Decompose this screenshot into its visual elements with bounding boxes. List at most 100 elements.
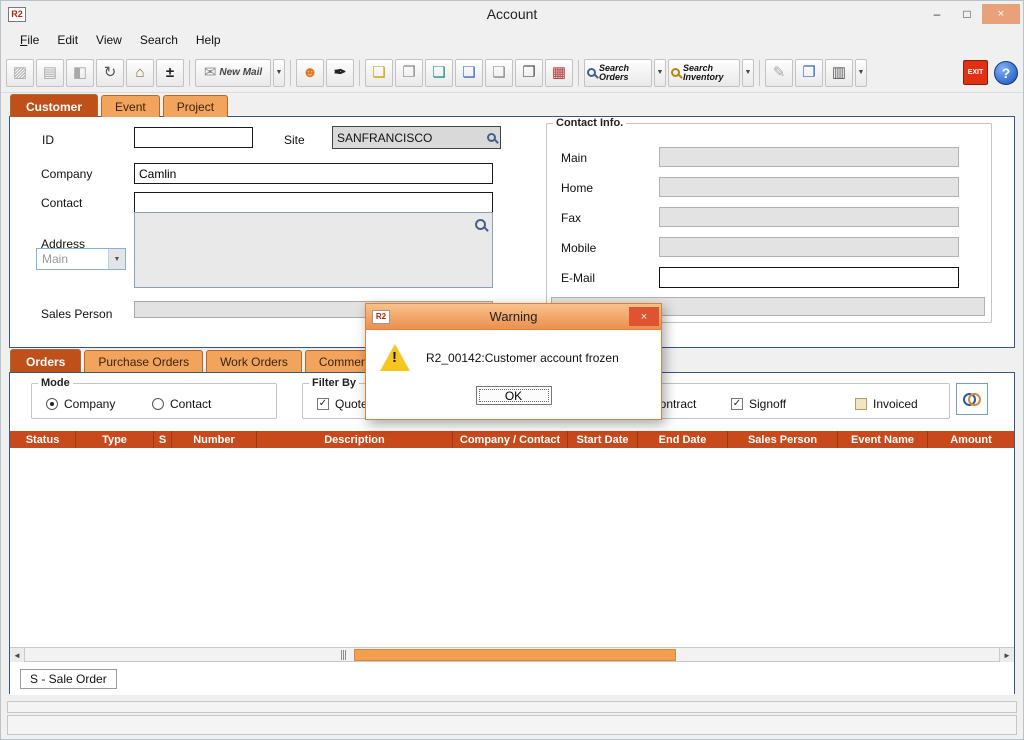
- address-type-combo[interactable]: Main ▼: [36, 248, 126, 270]
- menu-view[interactable]: View: [87, 30, 131, 50]
- column-header-status[interactable]: Status: [10, 431, 76, 448]
- id-input[interactable]: [134, 127, 253, 148]
- binoculars-icon: [963, 393, 981, 405]
- search-inventory-button[interactable]: SearchInventory: [668, 59, 740, 87]
- fax-field[interactable]: [659, 207, 959, 227]
- search-orders-button[interactable]: SearchOrders: [584, 59, 652, 87]
- new-document-button[interactable]: ❏: [455, 59, 483, 87]
- app-icon: R2: [8, 7, 26, 22]
- contacts-button[interactable]: ☻: [296, 59, 324, 87]
- tab-project[interactable]: Project: [163, 95, 228, 117]
- menu-file[interactable]: File: [11, 30, 48, 50]
- refresh-button[interactable]: ↻: [96, 59, 124, 87]
- close-button[interactable]: ×: [982, 4, 1020, 24]
- invoiced-checkbox[interactable]: Invoiced: [855, 397, 918, 411]
- html-document-icon: ❏: [432, 65, 445, 80]
- toolbar-separator: [759, 60, 760, 86]
- column-header-start-date[interactable]: Start Date: [568, 431, 638, 448]
- column-header-company-contact[interactable]: Company / Contact: [453, 431, 568, 448]
- copy-document-button[interactable]: ❐: [395, 59, 423, 87]
- column-header-number[interactable]: Number: [172, 431, 257, 448]
- column-header-description[interactable]: Description: [257, 431, 453, 448]
- scroll-right-arrow[interactable]: ►: [999, 648, 1014, 662]
- contact-input[interactable]: [134, 192, 493, 213]
- orders-table-body[interactable]: [10, 448, 1014, 647]
- print-dropdown[interactable]: ▼: [855, 59, 867, 87]
- mode-company-radio[interactable]: Company: [46, 397, 115, 411]
- help-button[interactable]: ?: [994, 61, 1018, 85]
- tab-event[interactable]: Event: [101, 95, 160, 117]
- address-box[interactable]: [134, 212, 493, 288]
- main-phone-field[interactable]: [659, 147, 959, 167]
- maximize-button[interactable]: □: [952, 4, 982, 24]
- print-button[interactable]: ▥: [825, 59, 853, 87]
- signoff-label: Signoff: [749, 397, 786, 411]
- column-header-event-name[interactable]: Event Name: [838, 431, 928, 448]
- menu-search[interactable]: Search: [131, 30, 187, 50]
- scroll-left-arrow[interactable]: ◄: [10, 648, 25, 662]
- goto-document-button[interactable]: ❏: [365, 59, 393, 87]
- save-button[interactable]: ▤: [36, 59, 64, 87]
- new-mail-dropdown[interactable]: ▼: [273, 59, 285, 87]
- company-input[interactable]: [134, 163, 493, 184]
- column-header-s[interactable]: S: [154, 431, 172, 448]
- signature-pen-icon: ✒: [334, 65, 347, 80]
- report-icon: ▦: [552, 65, 566, 80]
- quote-checkbox[interactable]: Quote: [317, 397, 368, 411]
- home-phone-field[interactable]: [659, 177, 959, 197]
- orders-panel: Mode Company Contact Filter By Quote Con…: [9, 372, 1015, 694]
- site-label: Site: [284, 133, 305, 147]
- main-tabs: Customer Event Project: [1, 94, 1023, 117]
- tab-orders[interactable]: Orders: [10, 349, 81, 372]
- scrollbar-thumb[interactable]: [354, 649, 676, 661]
- toolbar: ▨ ▤ ◧ ↻ ⌂ ± ✉ New Mail ▼ ☻ ✒ ❏ ❐ ❏ ❏ ❏ ❐…: [1, 53, 1023, 93]
- mobile-field[interactable]: [659, 237, 959, 257]
- clear-icon: ▨: [13, 65, 27, 80]
- edit-document-icon: ✎: [773, 65, 786, 80]
- tab-purchase-orders[interactable]: Purchase Orders: [84, 350, 203, 372]
- plus-minus-button[interactable]: ±: [156, 59, 184, 87]
- site-button[interactable]: ⌂: [126, 59, 154, 87]
- column-header-sales-person[interactable]: Sales Person: [728, 431, 838, 448]
- signature-button[interactable]: ✒: [326, 59, 354, 87]
- scrollbar-splitter-grip[interactable]: [341, 650, 350, 660]
- address-search-icon[interactable]: [475, 219, 486, 230]
- contact-label: Contact: [41, 196, 82, 210]
- site-search-icon[interactable]: [487, 133, 496, 142]
- new-mail-button[interactable]: ✉ New Mail: [195, 59, 271, 87]
- dialog-close-button[interactable]: ×: [629, 307, 659, 326]
- blank-document-button[interactable]: ❏: [485, 59, 513, 87]
- column-header-type[interactable]: Type: [76, 431, 154, 448]
- search-inventory-dropdown[interactable]: ▼: [742, 59, 754, 87]
- chevron-down-icon[interactable]: ▼: [108, 249, 125, 269]
- ok-button[interactable]: OK: [476, 386, 552, 405]
- menu-edit[interactable]: Edit: [48, 30, 87, 50]
- contacts-icon: ☻: [302, 65, 318, 80]
- link-button[interactable]: ◧: [66, 59, 94, 87]
- horizontal-scrollbar[interactable]: ◄ ►: [10, 647, 1014, 662]
- column-header-amount[interactable]: Amount: [928, 431, 1014, 448]
- search-orders-dropdown[interactable]: ▼: [654, 59, 666, 87]
- exit-button[interactable]: EXIT: [963, 60, 988, 85]
- column-header-end-date[interactable]: End Date: [638, 431, 728, 448]
- documents-stack-button[interactable]: ❐: [515, 59, 543, 87]
- html-document-button[interactable]: ❏: [425, 59, 453, 87]
- toolbar-separator: [189, 60, 190, 86]
- tab-customer[interactable]: Customer: [10, 94, 98, 117]
- find-records-button[interactable]: [956, 383, 988, 415]
- email-field[interactable]: [659, 267, 959, 288]
- menu-help[interactable]: Help: [187, 30, 230, 50]
- dialog-body: R2_00142:Customer account frozen OK: [366, 330, 661, 419]
- site-field[interactable]: SANFRANCISCO: [332, 126, 501, 149]
- copy-pages-button[interactable]: ❐: [795, 59, 823, 87]
- dialog-app-icon: R2: [372, 310, 390, 324]
- address-type-value: Main: [37, 252, 108, 266]
- minimize-button[interactable]: –: [922, 4, 952, 24]
- clear-button[interactable]: ▨: [6, 59, 34, 87]
- signoff-checkbox[interactable]: Signoff: [731, 397, 786, 411]
- link-icon: ◧: [73, 65, 87, 80]
- edit-document-button[interactable]: ✎: [765, 59, 793, 87]
- tab-work-orders[interactable]: Work Orders: [206, 350, 302, 372]
- report-button[interactable]: ▦: [545, 59, 573, 87]
- mode-contact-radio[interactable]: Contact: [152, 397, 211, 411]
